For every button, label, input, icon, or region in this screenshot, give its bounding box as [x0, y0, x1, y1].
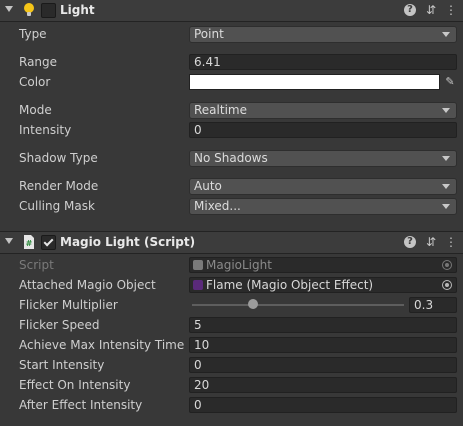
magio-object-icon	[193, 280, 203, 290]
max-intensity-time-field[interactable]: 10	[189, 337, 457, 353]
after-effect-intensity-row: After Effect Intensity 0	[0, 396, 463, 414]
start-intensity-row: Start Intensity 0	[0, 356, 463, 374]
mode-row: Mode Realtime	[0, 101, 463, 119]
object-picker-icon[interactable]	[442, 280, 452, 290]
effect-on-intensity-row: Effect On Intensity 20	[0, 376, 463, 394]
flicker-multiplier-slider-thumb[interactable]	[248, 299, 259, 309]
type-row: Type Point	[0, 25, 463, 43]
render-mode-dropdown[interactable]: Auto	[189, 178, 457, 195]
script-icon: #	[24, 235, 34, 249]
range-label: Range	[19, 55, 58, 69]
after-effect-intensity-label: After Effect Intensity	[19, 398, 143, 412]
flicker-multiplier-label: Flicker Multiplier	[19, 298, 118, 312]
foldout-arrow-icon[interactable]	[5, 6, 13, 12]
mode-value: Realtime	[194, 103, 247, 117]
culling-mask-label: Culling Mask	[19, 199, 95, 213]
light-enabled-checkbox[interactable]	[41, 3, 56, 18]
render-mode-value: Auto	[194, 179, 222, 193]
flicker-multiplier-slider-track[interactable]	[192, 304, 404, 306]
component-title: Light	[60, 3, 95, 17]
attached-object-row: Attached Magio Object Flame (Magio Objec…	[0, 276, 463, 294]
chevron-down-icon	[442, 204, 450, 209]
mode-label: Mode	[19, 103, 52, 117]
after-effect-intensity-field[interactable]: 0	[189, 397, 457, 413]
type-label: Type	[19, 27, 47, 41]
shadow-type-value: No Shadows	[194, 151, 268, 165]
culling-mask-row: Culling Mask Mixed...	[0, 197, 463, 215]
script-value: MagioLight	[206, 258, 272, 272]
lightbulb-icon	[24, 3, 34, 16]
color-swatch[interactable]	[189, 74, 440, 90]
shadow-type-label: Shadow Type	[19, 151, 98, 165]
attached-object-label: Attached Magio Object	[19, 278, 156, 292]
attached-object-field[interactable]: Flame (Magio Object Effect)	[189, 277, 457, 293]
effect-on-intensity-field[interactable]: 20	[189, 377, 457, 393]
presets-icon[interactable]: ⇵	[424, 235, 438, 249]
flicker-speed-field[interactable]: 5	[189, 317, 457, 333]
start-intensity-label: Start Intensity	[19, 358, 105, 372]
intensity-label: Intensity	[19, 123, 72, 137]
help-icon[interactable]: ?	[404, 4, 416, 16]
flicker-multiplier-field[interactable]: 0.3	[409, 297, 457, 313]
flicker-multiplier-row: Flicker Multiplier 0.3	[0, 296, 463, 314]
help-icon[interactable]: ?	[404, 236, 416, 248]
effect-on-intensity-label: Effect On Intensity	[19, 378, 131, 392]
script-file-icon	[193, 260, 203, 270]
foldout-arrow-icon[interactable]	[5, 238, 13, 244]
max-intensity-time-row: Achieve Max Intensity Time 10	[0, 336, 463, 354]
mode-dropdown[interactable]: Realtime	[189, 102, 457, 119]
script-label: Script	[19, 258, 54, 272]
shadow-type-dropdown[interactable]: No Shadows	[189, 150, 457, 167]
shadow-type-row: Shadow Type No Shadows	[0, 149, 463, 167]
type-value: Point	[194, 27, 224, 41]
color-label: Color	[19, 75, 51, 89]
chevron-down-icon	[442, 156, 450, 161]
culling-mask-dropdown[interactable]: Mixed...	[189, 198, 457, 215]
color-row: Color ✎	[0, 73, 463, 91]
attached-object-value: Flame (Magio Object Effect)	[206, 278, 374, 292]
intensity-row: Intensity 0	[0, 121, 463, 139]
script-field: MagioLight	[189, 257, 457, 273]
render-mode-row: Render Mode Auto	[0, 177, 463, 195]
eyedropper-icon[interactable]: ✎	[442, 74, 458, 90]
context-menu-icon[interactable]: ⋮	[444, 3, 458, 17]
max-intensity-time-label: Achieve Max Intensity Time	[19, 338, 185, 352]
context-menu-icon[interactable]: ⋮	[444, 235, 458, 249]
svg-text:#: #	[26, 239, 33, 248]
chevron-down-icon	[442, 184, 450, 189]
start-intensity-field[interactable]: 0	[189, 357, 457, 373]
type-dropdown[interactable]: Point	[189, 26, 457, 43]
object-picker-icon	[442, 260, 452, 270]
chevron-down-icon	[442, 108, 450, 113]
light-component-header[interactable]: Light ? ⇵ ⋮	[0, 0, 463, 22]
flicker-speed-row: Flicker Speed 5	[0, 316, 463, 334]
range-field[interactable]: 6.41	[189, 54, 457, 70]
magio-light-component-header[interactable]: # Magio Light (Script) ? ⇵ ⋮	[0, 231, 463, 254]
flicker-speed-label: Flicker Speed	[19, 318, 100, 332]
script-row: Script MagioLight	[0, 256, 463, 274]
component-title: Magio Light (Script)	[60, 235, 196, 249]
presets-icon[interactable]: ⇵	[424, 3, 438, 17]
intensity-field[interactable]: 0	[189, 122, 457, 138]
range-row: Range 6.41	[0, 53, 463, 71]
culling-mask-value: Mixed...	[194, 199, 241, 213]
magio-enabled-checkbox[interactable]	[41, 235, 56, 250]
render-mode-label: Render Mode	[19, 179, 99, 193]
chevron-down-icon	[442, 32, 450, 37]
